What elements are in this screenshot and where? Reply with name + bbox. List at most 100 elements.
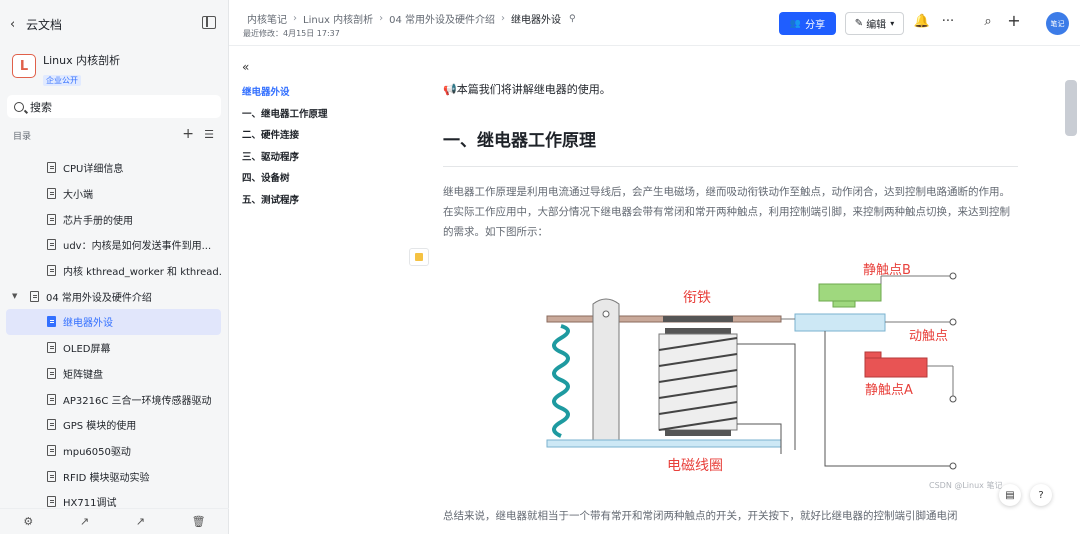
sidebar-item-label: 矩阵键盘 bbox=[63, 369, 103, 381]
list-view-icon[interactable]: ☰ bbox=[204, 128, 214, 141]
outline-item[interactable]: 二、硬件连接 bbox=[242, 125, 412, 147]
crumb-2[interactable]: Linux 内核剖析 bbox=[303, 11, 373, 26]
moving-contact bbox=[794, 313, 886, 332]
sidebar-item-label: AP3216C 三合一环境传感器驱动 bbox=[63, 395, 212, 407]
avatar[interactable]: 笔记 bbox=[1046, 12, 1069, 35]
outline-item[interactable]: 五、测试程序 bbox=[242, 190, 412, 212]
doc-icon bbox=[47, 393, 56, 405]
trash-icon[interactable]: 🗑 bbox=[192, 515, 206, 528]
doc-icon bbox=[47, 162, 56, 174]
sidebar-item[interactable]: mpu6050驱动 bbox=[6, 438, 221, 464]
more-icon[interactable]: ··· bbox=[939, 14, 957, 29]
share-label: 分享 bbox=[805, 20, 826, 31]
crumb-sep: › bbox=[501, 13, 506, 24]
terminal-common bbox=[949, 462, 957, 470]
watermark: CSDN @Linux 笔记 bbox=[929, 481, 1003, 490]
crumb-sep: › bbox=[293, 13, 297, 24]
outline-item[interactable]: 四、设备树 bbox=[242, 168, 412, 190]
sidebar-footer: ⚙ ↗ ↗ 🗑 bbox=[0, 508, 229, 534]
sidebar-item[interactable]: RFID 模块驱动实验 bbox=[6, 463, 221, 489]
collapse-outline-icon[interactable]: « bbox=[242, 60, 412, 74]
contact-b-tip bbox=[832, 300, 856, 308]
label-contact-b: 静触点B bbox=[863, 263, 911, 278]
coil-wire-1 bbox=[737, 343, 796, 450]
base-plate bbox=[546, 439, 782, 448]
top-bar: 内核笔记 › Linux 内核剖析 › 04 常用外设及硬件介绍 › 继电器外设… bbox=[229, 0, 1080, 46]
kb-badge: 企业公开 bbox=[43, 75, 81, 86]
block-handle-icon[interactable] bbox=[409, 248, 429, 266]
sidebar-item-label: 芯片手册的使用 bbox=[63, 215, 133, 227]
sidebar-item[interactable]: AP3216C 三合一环境传感器驱动 bbox=[6, 386, 221, 412]
users-icon: 👥 bbox=[789, 18, 802, 29]
doc-icon bbox=[30, 290, 39, 302]
doc-icon bbox=[47, 470, 56, 482]
sidebar-item-label: 大小端 bbox=[63, 190, 93, 202]
comment-icon[interactable]: ▤ bbox=[999, 484, 1021, 506]
sidebar-item[interactable]: 矩阵键盘 bbox=[6, 361, 221, 387]
gear-icon[interactable]: ⚙ bbox=[23, 515, 33, 528]
breadcrumb: 内核笔记 › Linux 内核剖析 › 04 常用外设及硬件介绍 › 继电器外设… bbox=[247, 11, 576, 26]
search-placeholder: 搜索 bbox=[30, 100, 52, 114]
search-icon bbox=[14, 101, 24, 112]
sidebar-item[interactable]: 芯片手册的使用 bbox=[6, 206, 221, 232]
contact-a-tip bbox=[864, 351, 882, 359]
add-icon[interactable]: + bbox=[1005, 11, 1023, 30]
sidebar-item[interactable]: udv：内核是如何发送事件到用... bbox=[6, 232, 221, 258]
expand-caret-icon[interactable]: ▼ bbox=[12, 292, 22, 300]
toc-label: 目录 bbox=[13, 131, 32, 142]
scrollbar[interactable] bbox=[1065, 80, 1077, 136]
sidebar-item-label: OLED屏幕 bbox=[63, 344, 111, 356]
sidebar-item[interactable]: 继电器外设 bbox=[6, 309, 221, 335]
back-icon[interactable]: ‹ bbox=[10, 17, 26, 32]
kb-meta: Linux 内核剖析 企业公开 bbox=[43, 54, 120, 87]
collapse-sidebar-icon[interactable] bbox=[202, 16, 216, 29]
crumb-1[interactable]: 内核笔记 bbox=[247, 11, 287, 26]
sidebar-item[interactable]: 内核 kthread_worker 和 kthread... bbox=[6, 258, 221, 284]
kb-logo: L bbox=[12, 54, 36, 78]
pin-icon[interactable]: ⚲ bbox=[569, 14, 576, 24]
sidebar-item[interactable]: 大小端 bbox=[6, 181, 221, 207]
coil-wire-2 bbox=[737, 423, 782, 454]
sidebar-item[interactable]: ▼ 04 常用外设及硬件介绍 bbox=[6, 283, 221, 309]
moving-wire bbox=[824, 331, 953, 467]
terminal-moving bbox=[949, 318, 957, 326]
doc-icon bbox=[47, 419, 56, 431]
knowledge-base-header[interactable]: L Linux 内核剖析 企业公开 bbox=[12, 54, 120, 87]
add-doc-icon[interactable]: + bbox=[182, 126, 194, 142]
pivot-pin bbox=[602, 310, 610, 318]
sidebar-item[interactable]: CPU详细信息 bbox=[6, 155, 221, 181]
doc-icon bbox=[47, 342, 56, 354]
outline-item[interactable]: 继电器外设 bbox=[242, 82, 412, 104]
label-armature: 衔铁 bbox=[683, 290, 711, 306]
back-label[interactable]: 云文档 bbox=[26, 16, 62, 33]
label-coil: 电磁线圈 bbox=[667, 458, 723, 474]
crumb-3[interactable]: 04 常用外设及硬件介绍 bbox=[389, 11, 495, 26]
doc-content: 📢本篇我们将讲解继电器的使用。 一、继电器工作原理 继电器工作原理是利用电流通过… bbox=[409, 82, 1023, 522]
sidebar-item[interactable]: GPS 模块的使用 bbox=[6, 412, 221, 438]
outline-item[interactable]: 一、继电器工作原理 bbox=[242, 104, 412, 126]
sidebar-item-label: 内核 kthread_worker 和 kthread... bbox=[63, 267, 221, 279]
search-input[interactable]: 搜索 bbox=[7, 95, 221, 118]
search-icon[interactable]: ⌕ bbox=[979, 14, 997, 29]
main-area: 内核笔记 › Linux 内核剖析 › 04 常用外设及硬件介绍 › 继电器外设… bbox=[229, 0, 1080, 534]
bell-icon[interactable]: 🔔 bbox=[913, 14, 931, 29]
doc-icon bbox=[47, 213, 56, 225]
outline-item[interactable]: 三、驱动程序 bbox=[242, 147, 412, 169]
doc-icon bbox=[47, 239, 56, 251]
edit-label: 编辑 bbox=[866, 20, 887, 31]
sidebar-item[interactable]: OLED屏幕 bbox=[6, 335, 221, 361]
chart-icon[interactable]: ↗ bbox=[136, 515, 145, 528]
toc-header: 目录 + ☰ bbox=[13, 126, 218, 142]
edit-button[interactable]: ✎ 编辑 ▾ bbox=[845, 12, 904, 35]
app-root: ‹ 云文档 L Linux 内核剖析 企业公开 搜索 目录 + ☰ CPU详细信… bbox=[0, 0, 1080, 534]
doc-icon bbox=[47, 367, 56, 379]
doc-icon bbox=[47, 265, 56, 277]
coil-bottom-cap bbox=[665, 430, 731, 436]
sidebar-item-label: 04 常用外设及硬件介绍 bbox=[46, 292, 152, 304]
coil-top-cap bbox=[665, 328, 731, 334]
relay-diagram: 静触点B 动触点 静触点A 衔铁 电磁线圈 bbox=[546, 263, 957, 474]
share-button[interactable]: 👥 分享 bbox=[779, 12, 836, 35]
crumb-sep: › bbox=[379, 13, 384, 24]
help-icon[interactable]: ? bbox=[1030, 484, 1052, 506]
share-out-icon[interactable]: ↗ bbox=[80, 515, 89, 528]
